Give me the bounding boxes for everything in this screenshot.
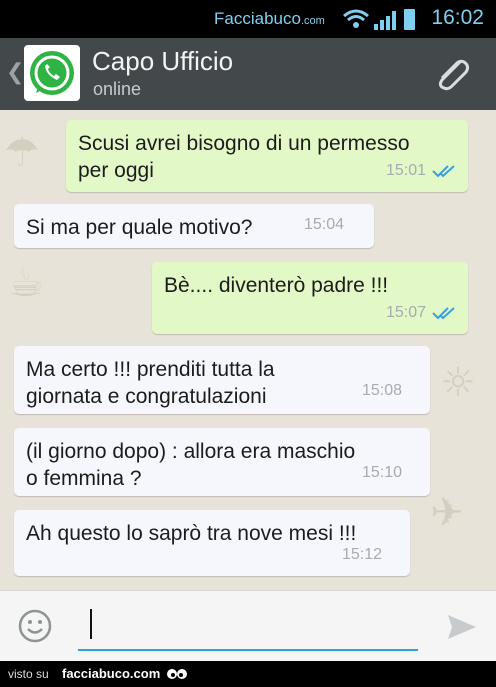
message-text: o femmina ?	[26, 467, 142, 490]
status-bar: Facciabuco.com 16:02	[0, 0, 496, 38]
message-time: 15:12	[341, 546, 382, 563]
doodle-icon: ☼	[440, 360, 476, 406]
message-bubble-incoming[interactable]: Si ma per quale motivo? 15:04	[14, 204, 374, 248]
message-bubble-incoming[interactable]: Ah questo lo saprò tra nove mesi !!! 15:…	[14, 510, 410, 576]
message-time: 15:04	[303, 216, 344, 233]
message-time: 15:10	[361, 464, 402, 481]
eyes-icon	[167, 669, 187, 679]
chevron-left-icon[interactable]: ❮	[6, 60, 24, 85]
paperclip-icon[interactable]	[430, 52, 474, 96]
doodle-icon: ☂	[4, 130, 40, 176]
message-time: 15:07	[385, 304, 426, 321]
message-input[interactable]	[78, 607, 418, 651]
message-bubble-incoming[interactable]: (il giorno dopo) : allora era maschio o …	[14, 428, 430, 496]
message-composer	[0, 590, 496, 661]
message-text: Scusi avrei bisogno di un permesso	[78, 132, 410, 155]
message-meta: 15:10	[362, 459, 402, 486]
message-bubble-incoming[interactable]: Ma certo !!! prenditi tutta la giornata …	[14, 346, 430, 414]
chat-header: ❮ Capo Ufficio online	[0, 38, 496, 110]
doodle-icon: ✈	[430, 490, 464, 536]
message-meta: 15:12	[342, 541, 382, 568]
contact-name: Capo Ufficio	[92, 46, 234, 76]
message-text: Ma certo !!! prenditi tutta la	[26, 358, 275, 381]
double-check-icon	[432, 306, 455, 319]
doodle-icon: ☕	[8, 260, 44, 306]
status-time: 16:02	[431, 6, 484, 29]
message-bubble-outgoing[interactable]: Bè.... diventerò padre !!! 15:07	[152, 262, 468, 334]
message-meta: 15:01	[386, 157, 456, 184]
whatsapp-avatar[interactable]	[24, 45, 80, 101]
chat-area[interactable]: ☂ ☕ ☼ ✈ ♫ ☎ Scusi avrei bisogno di un pe…	[0, 110, 496, 590]
footer-label: visto su	[8, 667, 49, 681]
message-meta: 15:04	[304, 211, 344, 238]
message-text: giornata e congratulazioni	[26, 385, 267, 408]
whatsapp-logo-icon	[30, 51, 74, 95]
contact-status: online	[93, 79, 142, 99]
message-time: 15:01	[385, 162, 426, 179]
footer-site[interactable]: facciabuco.com	[62, 666, 160, 681]
message-meta: 15:07	[386, 299, 456, 326]
status-brand: Facciabuco.com	[214, 9, 325, 28]
watermark-footer: visto su facciabuco.com	[0, 661, 496, 687]
message-meta: 15:08	[362, 377, 402, 404]
message-text: Bè.... diventerò padre !!!	[164, 274, 389, 297]
send-icon[interactable]	[446, 611, 478, 643]
signal-icons	[343, 9, 415, 30]
message-time: 15:08	[361, 382, 402, 399]
message-bubble-outgoing[interactable]: Scusi avrei bisogno di un permesso per o…	[66, 120, 468, 192]
double-check-icon	[432, 164, 455, 177]
smiley-icon[interactable]	[18, 609, 52, 643]
message-text: (il giorno dopo) : allora era maschio	[26, 440, 356, 463]
text-caret	[90, 609, 92, 639]
